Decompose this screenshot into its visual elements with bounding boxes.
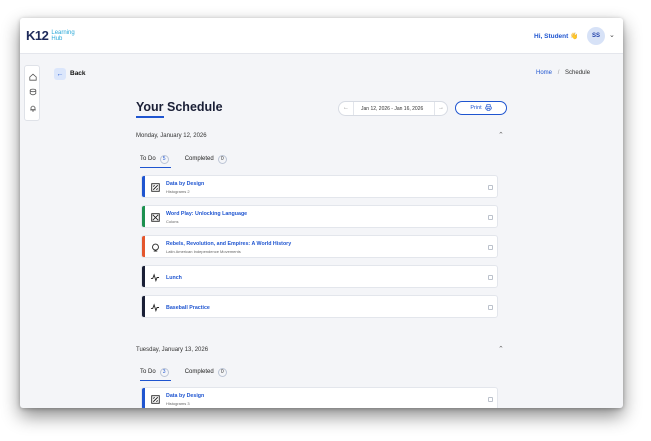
k12-logo[interactable]: K12 Learning Hub <box>26 28 75 43</box>
back-button[interactable]: ← <box>54 68 66 80</box>
tab-todo[interactable]: To Do 3 <box>136 365 171 381</box>
tab-completed[interactable]: Completed 0 <box>181 365 227 379</box>
item-title: Word Play: Unlocking Language <box>166 211 248 217</box>
title-underline <box>136 116 164 118</box>
arrow-right-icon[interactable]: → <box>438 105 444 111</box>
tab-completed-label: Completed <box>184 156 214 162</box>
logo-text: K12 <box>26 28 49 43</box>
chevron-up-icon[interactable]: ⌃ <box>498 131 504 139</box>
app-window: K12 Learning Hub Hi, Student 👋 SS ⌄ ← Ba… <box>20 18 623 408</box>
activity-icon <box>150 302 160 312</box>
schedule-item[interactable]: Word Play: Unlocking Language Colons <box>141 205 498 228</box>
breadcrumb-separator: / <box>557 70 560 76</box>
avatar[interactable]: SS <box>587 27 605 45</box>
item-title: Data by Design <box>166 181 205 187</box>
print-button[interactable]: Print <box>455 101 507 115</box>
cube-icon[interactable] <box>28 87 37 96</box>
printer-icon <box>485 103 492 113</box>
activity-icon <box>150 272 160 282</box>
color-bar <box>142 236 145 257</box>
item-subtitle: Latin American Independence Movements <box>166 249 241 254</box>
schedule-item[interactable]: Data by Design Histograms 2 <box>141 175 498 198</box>
schedule-item[interactable]: Baseball Practice <box>141 295 498 318</box>
item-title: Lunch <box>166 275 182 281</box>
tab-todo[interactable]: To Do 5 <box>136 152 171 168</box>
item-subtitle: Histograms 2 <box>166 189 190 194</box>
top-bar: K12 Learning Hub Hi, Student 👋 SS ⌄ <box>20 18 623 54</box>
tab-todo-count: 5 <box>159 154 169 164</box>
item-title: Baseball Practice <box>166 305 210 311</box>
item-title: Data by Design <box>166 393 205 399</box>
print-label: Print <box>470 105 482 111</box>
schedule-item[interactable]: Lunch <box>141 265 498 288</box>
item-checkbox[interactable] <box>488 275 493 280</box>
divider <box>353 102 354 115</box>
side-nav <box>24 65 40 121</box>
chart-icon <box>150 394 160 404</box>
tab-completed-count: 0 <box>217 367 227 377</box>
item-checkbox[interactable] <box>488 185 493 190</box>
item-checkbox[interactable] <box>488 305 493 310</box>
day-tabs: To Do 5 Completed 0 <box>136 152 239 168</box>
tab-completed[interactable]: Completed 0 <box>181 152 227 166</box>
item-checkbox[interactable] <box>488 245 493 250</box>
back-label[interactable]: Back <box>70 70 86 77</box>
date-range-picker: ← Jan 12, 2026 - Jan 16, 2026 → <box>338 101 448 116</box>
schedule-item[interactable]: Rebels, Revolution, and Empires: A World… <box>141 235 498 258</box>
breadcrumb: Home / Schedule <box>536 70 590 76</box>
color-bar <box>142 176 145 197</box>
arrow-left-icon[interactable]: ← <box>343 105 349 111</box>
wave-icon: 👋 <box>570 33 579 40</box>
puzzle-icon <box>150 212 160 222</box>
tab-completed-label: Completed <box>184 369 214 375</box>
color-bar <box>142 206 145 227</box>
globe-icon <box>150 242 160 252</box>
greeting-text: Hi, Student <box>534 33 569 40</box>
page-title: Your Schedule <box>136 100 223 114</box>
arrow-left-icon: ← <box>56 70 64 78</box>
day-header: Monday, January 12, 2026 <box>136 133 207 139</box>
date-range-text[interactable]: Jan 12, 2026 - Jan 16, 2026 <box>361 106 423 112</box>
item-subtitle: Histograms 3 <box>166 401 190 406</box>
chevron-down-icon[interactable]: ⌄ <box>609 31 615 39</box>
item-checkbox[interactable] <box>488 215 493 220</box>
greeting: Hi, Student 👋 <box>534 32 578 40</box>
chevron-up-icon[interactable]: ⌃ <box>498 345 504 353</box>
bell-icon[interactable] <box>28 103 37 112</box>
breadcrumb-home[interactable]: Home <box>536 70 552 76</box>
tab-todo-label: To Do <box>140 369 156 375</box>
color-bar <box>142 266 145 287</box>
tab-todo-count: 3 <box>159 367 169 377</box>
color-bar <box>142 296 145 317</box>
day-tabs: To Do 3 Completed 0 <box>136 365 239 381</box>
day-header: Tuesday, January 13, 2026 <box>136 347 209 353</box>
schedule-item[interactable]: Data by Design Histograms 3 <box>141 387 498 408</box>
logo-line2: Hub <box>51 35 63 42</box>
breadcrumb-current: Schedule <box>565 70 591 76</box>
home-icon[interactable] <box>28 72 37 81</box>
tab-todo-label: To Do <box>140 156 156 162</box>
tab-completed-count: 0 <box>217 154 227 164</box>
divider <box>434 102 435 115</box>
chart-icon <box>150 182 160 192</box>
item-checkbox[interactable] <box>488 397 493 402</box>
color-bar <box>142 388 145 408</box>
item-title: Rebels, Revolution, and Empires: A World… <box>166 241 292 247</box>
logo-subtext: Learning Hub <box>51 30 74 42</box>
item-subtitle: Colons <box>166 219 179 224</box>
